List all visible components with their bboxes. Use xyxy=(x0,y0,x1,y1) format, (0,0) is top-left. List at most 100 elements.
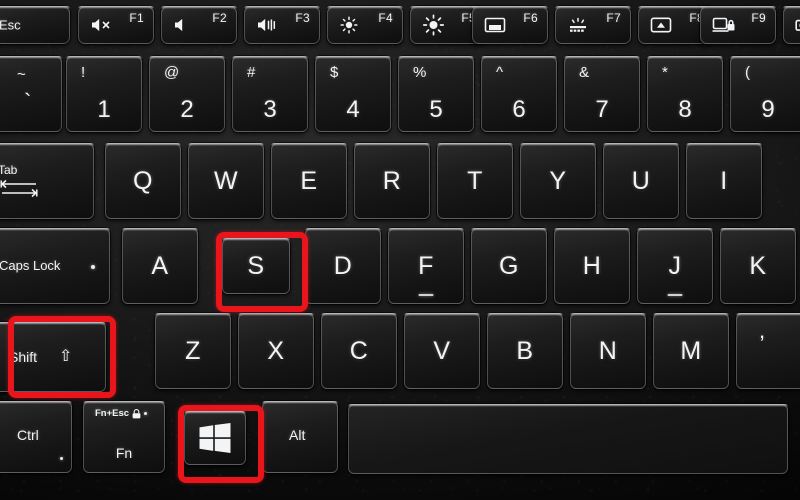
key-tab-label: Tab xyxy=(0,163,18,177)
screen-lock-icon xyxy=(712,16,736,34)
key-9-shift-label: ( xyxy=(745,64,750,81)
key-t[interactable]: T xyxy=(437,143,513,219)
key-e-label: E xyxy=(300,166,318,195)
fn-indicator-led xyxy=(144,412,148,415)
key-x[interactable]: X xyxy=(238,313,314,389)
key-9[interactable]: ( 9 xyxy=(730,56,800,132)
shift-up-arrow-icon: ⇧ xyxy=(59,348,73,365)
key-a[interactable]: A xyxy=(122,228,198,304)
key-c-label: C xyxy=(349,336,369,365)
key-f2-label: F2 xyxy=(212,11,227,25)
key-q-label: Q xyxy=(133,166,153,195)
key-n[interactable]: N xyxy=(570,313,646,389)
key-i-label: I xyxy=(720,166,728,195)
key-d[interactable]: D xyxy=(305,228,381,304)
key-f6-label: F6 xyxy=(523,11,538,25)
key-3[interactable]: # 3 xyxy=(232,56,308,132)
key-7-shift-label: & xyxy=(579,64,590,81)
key-g[interactable]: G xyxy=(471,228,547,304)
key-m-label: M xyxy=(680,336,702,365)
key-tab[interactable]: Tab xyxy=(0,143,94,219)
key-alt-left[interactable]: Alt xyxy=(262,401,338,473)
key-y[interactable]: Y xyxy=(520,143,596,219)
brightness-down-icon xyxy=(339,15,359,35)
key-m[interactable]: M xyxy=(653,313,729,389)
key-f9[interactable]: F9 xyxy=(700,6,776,44)
key-6-label: 6 xyxy=(512,96,526,123)
key-shift-label: Shift xyxy=(9,349,38,365)
key-backtick-shift-label: ~ xyxy=(17,66,26,83)
key-shift-left[interactable]: Shift ⇧ xyxy=(0,322,106,392)
key-ctrl[interactable]: Ctrl xyxy=(0,401,72,473)
key-capslock-label: Caps Lock xyxy=(0,258,61,273)
key-h[interactable]: H xyxy=(554,228,630,304)
key-windows[interactable] xyxy=(184,411,246,465)
capslock-indicator-led xyxy=(91,265,95,269)
key-5-label: 5 xyxy=(429,96,443,123)
key-u-label: U xyxy=(631,166,651,195)
key-f[interactable]: F xyxy=(388,228,464,304)
key-k[interactable]: K xyxy=(720,228,796,304)
key-z-label: Z xyxy=(185,336,201,365)
key-c[interactable]: C xyxy=(321,313,397,389)
key-f7[interactable]: F7 xyxy=(555,6,631,44)
key-w-label: W xyxy=(213,166,239,195)
key-3-label: 3 xyxy=(263,96,277,123)
key-k-label: K xyxy=(749,251,767,280)
key-1-label: 1 xyxy=(97,96,111,123)
key-e[interactable]: E xyxy=(271,143,347,219)
key-fn-label: Fn xyxy=(115,445,133,461)
key-f-homing-bar xyxy=(418,294,434,296)
key-f6[interactable]: F6 xyxy=(472,6,548,44)
key-8-label: 8 xyxy=(678,96,692,123)
key-w[interactable]: W xyxy=(188,143,264,219)
key-f10[interactable] xyxy=(783,6,800,44)
key-1-shift-label: ! xyxy=(81,64,86,81)
windows-logo-icon xyxy=(199,423,231,453)
key-comma[interactable]: , xyxy=(736,313,800,389)
key-f-label: F xyxy=(418,251,434,280)
key-1[interactable]: ! 1 xyxy=(66,56,142,132)
key-g-label: G xyxy=(499,251,519,280)
key-5[interactable]: % 5 xyxy=(398,56,474,132)
display-switch-icon xyxy=(650,17,672,34)
key-f2[interactable]: F2 xyxy=(161,6,237,44)
key-space[interactable] xyxy=(348,404,788,474)
key-s-label: S xyxy=(247,251,265,280)
key-4[interactable]: $ 4 xyxy=(315,56,391,132)
key-8-shift-label: * xyxy=(662,64,668,81)
key-6[interactable]: ^ 6 xyxy=(481,56,557,132)
key-z[interactable]: Z xyxy=(155,313,231,389)
key-f1-label: F1 xyxy=(129,11,144,25)
camera-icon xyxy=(795,17,800,33)
key-fn-secondary-label: Fn+Esc xyxy=(95,408,130,419)
key-9-label: 9 xyxy=(761,96,775,123)
volume-up-icon xyxy=(256,17,282,34)
key-esc[interactable]: Esc xyxy=(0,6,70,44)
key-2-label: 2 xyxy=(180,96,194,123)
key-t-label: T xyxy=(467,166,483,195)
key-fn[interactable]: Fn+Esc Fn xyxy=(83,401,165,473)
key-4-shift-label: $ xyxy=(330,64,339,81)
key-i[interactable]: I xyxy=(686,143,762,219)
key-r[interactable]: R xyxy=(354,143,430,219)
key-b[interactable]: B xyxy=(487,313,563,389)
key-s[interactable]: S xyxy=(222,238,290,294)
key-f9-label: F9 xyxy=(751,11,766,25)
key-f1[interactable]: F1 xyxy=(78,6,154,44)
key-7[interactable]: & 7 xyxy=(564,56,640,132)
key-j[interactable]: J xyxy=(637,228,713,304)
volume-down-icon xyxy=(173,17,193,34)
key-6-shift-label: ^ xyxy=(496,64,504,81)
key-2[interactable]: @ 2 xyxy=(149,56,225,132)
key-q[interactable]: Q xyxy=(105,143,181,219)
key-8[interactable]: * 8 xyxy=(647,56,723,132)
key-f3[interactable]: F3 xyxy=(244,6,320,44)
key-v[interactable]: V xyxy=(404,313,480,389)
key-f4-label: F4 xyxy=(378,11,393,25)
key-backtick[interactable]: ~ ` xyxy=(0,56,62,132)
key-u[interactable]: U xyxy=(603,143,679,219)
key-capslock[interactable]: Caps Lock xyxy=(0,228,110,304)
key-f4[interactable]: F4 xyxy=(327,6,403,44)
key-v-label: V xyxy=(433,336,451,365)
